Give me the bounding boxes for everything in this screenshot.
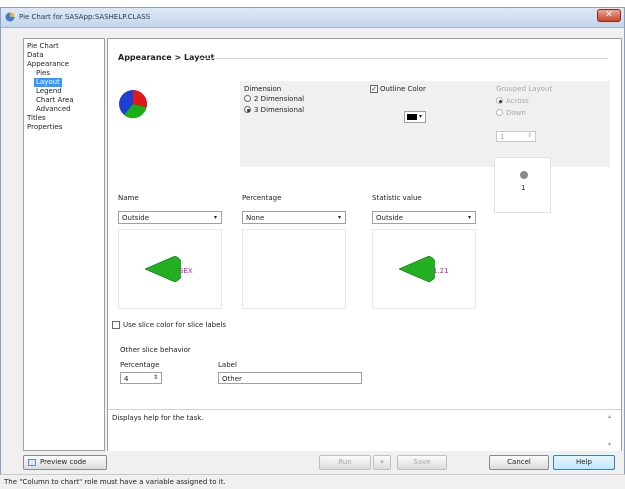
pie-chart-dialog: Pie Chart for SASApp:SASHELP.CLASS ✕ Pie…: [0, 7, 625, 481]
radio-3d-label[interactable]: 3 Dimensional: [254, 106, 304, 114]
nav-item-titles[interactable]: Titles: [27, 114, 46, 123]
status-text: The "Column to chart" role must have a v…: [4, 478, 226, 486]
title-bar[interactable]: Pie Chart for SASApp:SASHELP.CLASS ✕: [1, 8, 624, 28]
other-label-label: Label: [218, 361, 237, 369]
statistic-value-dropdown[interactable]: Outside ▾: [372, 211, 476, 224]
help-button[interactable]: Help: [553, 455, 615, 470]
nav-item-pies[interactable]: Pies: [36, 69, 50, 78]
other-label-input[interactable]: Other: [218, 372, 362, 384]
other-slice-group-label: Other slice behavior: [120, 346, 191, 354]
nav-item-properties[interactable]: Properties: [27, 123, 62, 132]
chevron-down-icon: ▾: [380, 458, 384, 466]
nav-tree[interactable]: Pie Chart Data Appearance Pies Layout Le…: [23, 38, 105, 451]
spinner-arrows-icon: ⇕: [526, 132, 532, 139]
app-icon: [5, 12, 15, 22]
chevron-down-icon: ▾: [467, 214, 471, 221]
pie-chart-icon: [119, 90, 147, 119]
cancel-label: Cancel: [507, 458, 531, 466]
scroll-down-icon[interactable]: ▾: [608, 441, 611, 448]
close-button[interactable]: ✕: [597, 9, 621, 22]
scroll-up-icon[interactable]: ▴: [608, 413, 611, 420]
radio-2d[interactable]: [244, 95, 251, 102]
outline-color-checkbox[interactable]: ✓: [370, 85, 378, 93]
name-dropdown-value: Outside: [122, 214, 150, 222]
preview-code-button[interactable]: Preview code: [23, 455, 107, 470]
name-label: Name: [118, 194, 139, 202]
spinner-arrows-icon: ⇕: [152, 374, 158, 381]
window-title: Pie Chart for SASApp:SASHELP.CLASS: [19, 13, 151, 21]
radio-across[interactable]: [496, 97, 503, 104]
dimension-group: Dimension 2 Dimensional 3 Dimensional: [240, 81, 366, 167]
name-dropdown[interactable]: Outside ▾: [118, 211, 222, 224]
chevron-down-icon: ▾: [419, 113, 423, 120]
nav-item-data[interactable]: Data: [27, 51, 44, 60]
nav-item-layout[interactable]: Layout: [34, 78, 62, 87]
grouped-spinner-value: 1: [500, 133, 505, 141]
percentage-dropdown-value: None: [246, 214, 265, 222]
title-divider: [198, 58, 608, 59]
help-area: Displays help for the task. ▴ ▾: [108, 409, 621, 451]
save-label: Save: [413, 458, 431, 466]
nav-item-appearance[interactable]: Appearance: [27, 60, 69, 69]
radio-2d-label[interactable]: 2 Dimensional: [254, 95, 304, 103]
run-dropdown-button[interactable]: ▾: [373, 455, 391, 470]
settings-panel: Appearance > Layout Dimension 2 Dimensio…: [107, 38, 622, 451]
run-button[interactable]: Run: [319, 455, 371, 470]
name-preview-text: SEX: [179, 267, 193, 275]
help-label: Help: [576, 458, 592, 466]
percentage-label: Percentage: [242, 194, 282, 202]
save-button[interactable]: Save: [397, 455, 447, 470]
status-bar: The "Column to chart" role must have a v…: [0, 474, 625, 489]
nav-item-advanced[interactable]: Advanced: [36, 105, 71, 114]
statistic-value-preview: 1.21: [372, 229, 476, 309]
nav-item-pie-chart[interactable]: Pie Chart: [27, 42, 59, 51]
nav-item-chart-area[interactable]: Chart Area: [36, 96, 74, 105]
outline-color-label[interactable]: Outline Color: [380, 85, 426, 93]
statistic-dropdown-value: Outside: [376, 214, 404, 222]
name-preview-slice: [145, 256, 181, 282]
slice-color-label[interactable]: Use slice color for slice labels: [123, 321, 226, 329]
dimension-label: Dimension: [244, 85, 282, 93]
mini-pie-icon: [520, 171, 528, 179]
percentage-dropdown[interactable]: None ▾: [242, 211, 346, 224]
radio-down[interactable]: [496, 109, 503, 116]
radio-3d[interactable]: [244, 106, 251, 113]
chevron-down-icon: ▾: [213, 214, 217, 221]
color-swatch: [407, 114, 417, 120]
outline-color-group: ✓ Outline Color ▾: [366, 81, 490, 167]
grouped-layout-preview: 1: [494, 157, 551, 213]
name-preview: SEX: [118, 229, 222, 309]
cancel-button[interactable]: Cancel: [489, 455, 549, 470]
grouped-spinner[interactable]: 1 ⇕: [496, 131, 536, 142]
other-percentage-value: 4: [124, 375, 129, 383]
close-icon: ✕: [605, 10, 613, 20]
other-label-value: Other: [222, 375, 242, 383]
chevron-down-icon: ▾: [337, 214, 341, 221]
preview-icon: [28, 459, 36, 466]
radio-down-label[interactable]: Down: [506, 109, 526, 117]
other-percentage-label: Percentage: [120, 361, 160, 369]
statistic-value-label: Statistic value: [372, 194, 422, 202]
statistic-preview-slice: [399, 256, 435, 282]
preview-code-label: Preview code: [40, 458, 87, 466]
other-percentage-spinner[interactable]: 4 ⇕: [120, 372, 162, 384]
run-label: Run: [338, 458, 352, 466]
grouped-layout-label: Grouped Layout: [496, 85, 553, 93]
outline-color-picker[interactable]: ▾: [404, 111, 426, 123]
statistic-preview-text: 1.21: [433, 267, 449, 275]
grouped-preview-number: 1: [521, 184, 526, 192]
help-text: Displays help for the task.: [112, 414, 204, 422]
nav-item-legend[interactable]: Legend: [36, 87, 62, 96]
percentage-preview: [242, 229, 346, 309]
radio-across-label[interactable]: Across: [506, 97, 529, 105]
grouped-layout-group: Grouped Layout Across Down 1 ⇕: [490, 81, 610, 167]
slice-color-checkbox[interactable]: [112, 321, 120, 329]
